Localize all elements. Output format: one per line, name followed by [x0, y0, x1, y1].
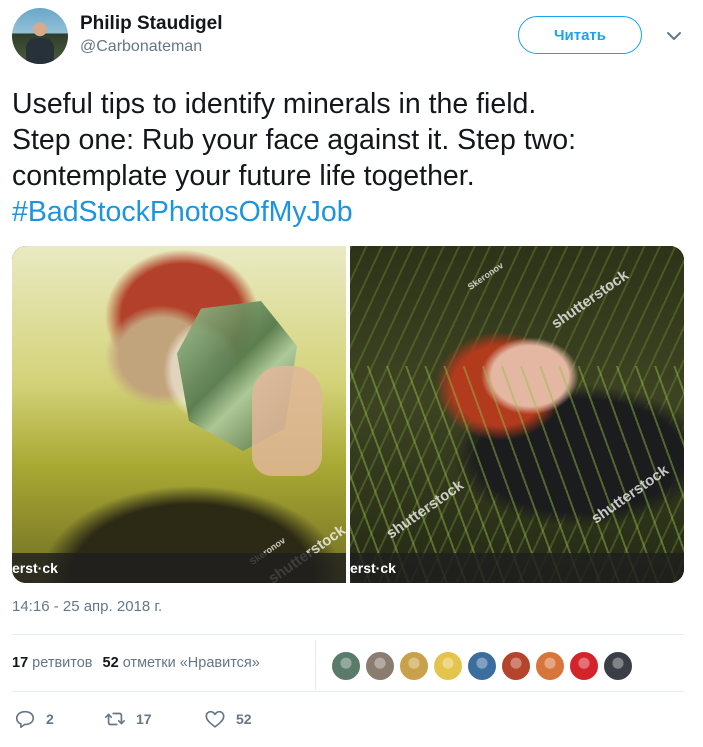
liker-avatar[interactable] [364, 650, 396, 682]
reply-icon [15, 710, 35, 729]
hashtag-link[interactable]: #BadStockPhotosOfMyJob [12, 196, 353, 228]
stats-divider [315, 640, 316, 690]
liker-avatar[interactable] [534, 650, 566, 682]
reply-button[interactable]: 2 [14, 708, 104, 730]
author-handle[interactable]: @Carbonateman [80, 38, 202, 56]
retweet-icon [105, 712, 125, 726]
photographer-tag: Skeronov [465, 260, 506, 292]
photo-woman-holding-mineral[interactable]: shutterstock shutterstock Skeronov erst·… [12, 246, 346, 583]
tweet-actions: 2 17 52 [14, 708, 252, 730]
likers-avatars [330, 650, 634, 682]
author-name[interactable]: Philip Staudigel [80, 13, 223, 35]
divider [12, 634, 684, 635]
watermark-strip: erst·ck [12, 553, 346, 583]
watermark-strip-text: erst·ck [350, 560, 396, 576]
like-button[interactable]: 52 [204, 708, 252, 730]
heart-icon [205, 710, 225, 728]
retweets-label: ретвитов [32, 655, 93, 671]
reply-count: 2 [46, 711, 54, 727]
likes-stat[interactable]: 52 отметки «Нравится» [103, 655, 260, 671]
liker-avatar[interactable] [568, 650, 600, 682]
tweet-body: Useful tips to identify minerals in the … [12, 88, 577, 192]
liker-avatar[interactable] [432, 650, 464, 682]
retweets-stat[interactable]: 17 ретвитов [12, 655, 93, 671]
liker-avatar[interactable] [330, 650, 362, 682]
liker-avatar[interactable] [398, 650, 430, 682]
chevron-down-icon[interactable] [664, 26, 684, 46]
liker-avatar[interactable] [602, 650, 634, 682]
liker-avatar[interactable] [466, 650, 498, 682]
likes-label: отметки «Нравится» [122, 655, 260, 671]
like-count: 52 [236, 711, 252, 727]
follow-button[interactable]: Читать [518, 16, 642, 54]
likes-count: 52 [102, 655, 119, 671]
author-avatar[interactable] [12, 8, 68, 64]
photo-woman-lying-in-grass[interactable]: shutterstock shutterstock shutterstock S… [350, 246, 684, 583]
divider [12, 691, 684, 692]
retweet-button[interactable]: 17 [104, 708, 204, 730]
tweet-text: Useful tips to identify minerals in the … [12, 86, 692, 230]
grass [350, 366, 684, 583]
watermark-strip: erst·ck [350, 553, 684, 583]
watermark-strip-text: erst·ck [12, 560, 58, 576]
tweet-card: Philip Staudigel @Carbonateman Читать Us… [0, 0, 703, 747]
watermark: shutterstock [548, 266, 632, 333]
tweet-media: shutterstock shutterstock Skeronov erst·… [12, 246, 684, 583]
liker-avatar[interactable] [500, 650, 532, 682]
hand [252, 366, 322, 476]
retweets-count: 17 [12, 655, 29, 671]
tweet-stats: 17 ретвитов 52 отметки «Нравится» [12, 655, 260, 671]
tweet-timestamp[interactable]: 14:16 - 25 апр. 2018 г. [12, 598, 162, 615]
retweet-count: 17 [136, 711, 152, 727]
